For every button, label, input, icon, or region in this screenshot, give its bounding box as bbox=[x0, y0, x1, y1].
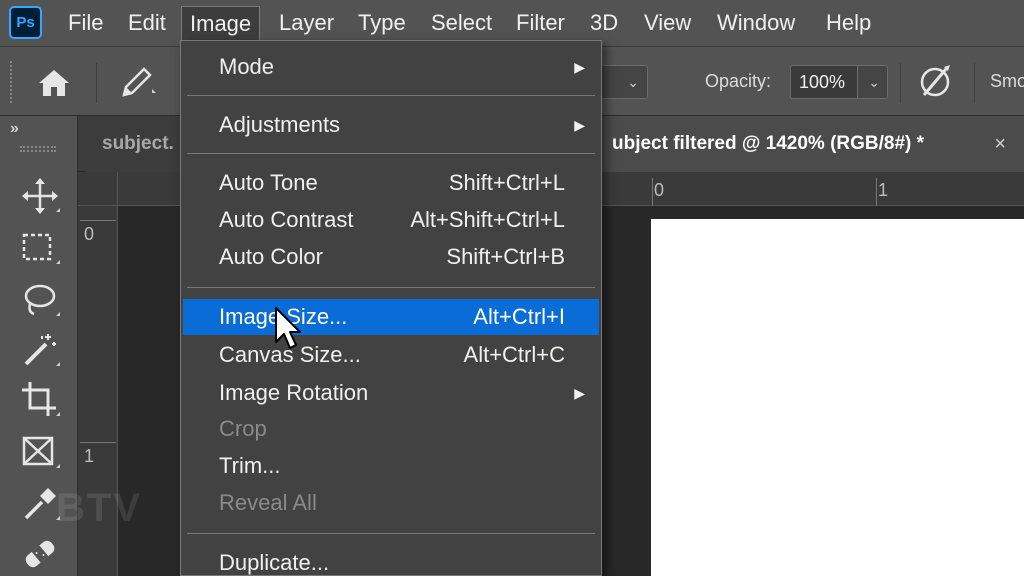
submenu-arrow-icon: ▶ bbox=[574, 117, 585, 133]
panel-grip[interactable] bbox=[20, 146, 56, 152]
menu-separator bbox=[187, 153, 595, 154]
pressure-opacity-icon[interactable] bbox=[914, 61, 956, 103]
menu-filter[interactable]: Filter bbox=[508, 6, 573, 40]
marquee-icon[interactable] bbox=[18, 228, 62, 268]
watermark-logo: BTV bbox=[56, 486, 142, 530]
ruler-number: 0 bbox=[84, 224, 95, 244]
options-grip[interactable] bbox=[10, 61, 13, 103]
menu-item-trim[interactable]: Trim... bbox=[183, 448, 599, 484]
menu-window[interactable]: Window bbox=[709, 6, 803, 40]
menu-item-label: Adjustments bbox=[219, 112, 341, 137]
ruler-tick bbox=[80, 442, 116, 443]
options-separator bbox=[974, 63, 975, 103]
healing-icon[interactable] bbox=[18, 534, 62, 574]
menu-3d[interactable]: 3D bbox=[582, 6, 626, 40]
ruler-tick bbox=[652, 178, 653, 206]
menu-item-label: Auto Tone bbox=[219, 170, 318, 195]
submenu-arrow-icon: ▶ bbox=[574, 385, 585, 401]
opacity-dropdown[interactable]: ⌄ bbox=[858, 65, 888, 99]
smoothing-label: Smo bbox=[990, 71, 1024, 91]
move-icon[interactable] bbox=[18, 176, 62, 216]
menu-item-shortcut: Shift+Ctrl+B bbox=[446, 244, 565, 269]
options-separator bbox=[900, 63, 901, 103]
menu-item-label: Image Rotation bbox=[219, 380, 369, 405]
frame-icon[interactable] bbox=[18, 432, 62, 472]
mouse-cursor-icon bbox=[274, 306, 302, 352]
menu-item-shortcut: Alt+Shift+Ctrl+L bbox=[410, 207, 565, 232]
chevron-down-icon: ⌄ bbox=[868, 74, 880, 90]
menu-help[interactable]: Help bbox=[818, 6, 879, 40]
menu-item-label: Reveal All bbox=[219, 490, 317, 515]
menu-item-adjustments[interactable]: Adjustments ▶ bbox=[183, 107, 599, 143]
magic-wand-icon[interactable] bbox=[18, 330, 62, 370]
menu-item-image-size[interactable]: Image Size... Alt+Ctrl+I bbox=[183, 299, 599, 335]
menu-item-mode[interactable]: Mode ▶ bbox=[183, 49, 599, 85]
ruler-number: 0 bbox=[654, 180, 665, 200]
menu-image[interactable]: Image bbox=[181, 6, 261, 40]
lasso-icon[interactable] bbox=[18, 280, 62, 320]
chevron-down-icon: ⌄ bbox=[627, 74, 639, 90]
image-menu-dropdown: Mode ▶ Adjustments ▶ Auto Tone Shift+Ctr… bbox=[180, 40, 602, 576]
collapse-panel-icon[interactable]: » bbox=[10, 120, 19, 138]
photoshop-logo: Ps bbox=[9, 6, 42, 39]
menu-item-auto-contrast[interactable]: Auto Contrast Alt+Shift+Ctrl+L bbox=[183, 202, 599, 238]
menu-file[interactable]: File bbox=[60, 6, 111, 40]
opacity-input[interactable]: 100% bbox=[790, 65, 858, 99]
menu-separator bbox=[187, 95, 595, 96]
menu-layer[interactable]: Layer bbox=[271, 6, 342, 40]
ruler-number: 1 bbox=[84, 446, 95, 466]
menu-item-crop: Crop bbox=[183, 411, 599, 447]
menu-item-reveal-all: Reveal All bbox=[183, 485, 599, 521]
menu-item-label: Mode bbox=[219, 54, 275, 79]
pencil-icon[interactable] bbox=[118, 65, 158, 101]
home-icon[interactable] bbox=[36, 67, 72, 99]
menu-item-auto-tone[interactable]: Auto Tone Shift+Ctrl+L bbox=[183, 165, 599, 201]
crop-icon[interactable] bbox=[18, 380, 62, 420]
ruler-tick bbox=[80, 220, 116, 221]
submenu-arrow-icon: ▶ bbox=[574, 59, 585, 75]
menu-item-label: Trim... bbox=[219, 453, 281, 478]
menu-separator bbox=[187, 533, 595, 534]
menu-view[interactable]: View bbox=[636, 6, 699, 40]
menu-select[interactable]: Select bbox=[423, 6, 500, 40]
close-icon[interactable]: × bbox=[994, 116, 1006, 172]
menu-item-canvas-size[interactable]: Canvas Size... Alt+Ctrl+C bbox=[183, 337, 599, 373]
menu-item-label: Duplicate... bbox=[219, 550, 330, 575]
menu-item-shortcut: Alt+Ctrl+C bbox=[463, 342, 565, 367]
tab-label: ubject filtered @ 1420% (RGB/8#) * bbox=[612, 133, 925, 154]
tab-label: subject. bbox=[102, 133, 174, 154]
menu-item-duplicate[interactable]: Duplicate... bbox=[183, 545, 599, 576]
menu-edit[interactable]: Edit bbox=[120, 6, 174, 40]
menu-separator bbox=[187, 287, 595, 288]
ruler-number: 1 bbox=[878, 180, 889, 200]
menu-item-label: Auto Color bbox=[219, 244, 323, 269]
menu-type[interactable]: Type bbox=[350, 6, 414, 40]
menu-item-auto-color[interactable]: Auto Color Shift+Ctrl+B bbox=[183, 239, 599, 275]
opacity-label: Opacity: bbox=[705, 71, 772, 91]
document-canvas[interactable] bbox=[651, 219, 1024, 576]
ruler-tick bbox=[876, 178, 877, 206]
menu-item-label: Crop bbox=[219, 416, 267, 441]
menu-item-label: Auto Contrast bbox=[219, 207, 354, 232]
tab-subject-filtered[interactable]: ubject filtered @ 1420% (RGB/8#) * × bbox=[596, 116, 1024, 172]
ruler-corner bbox=[78, 172, 118, 206]
menu-item-image-rotation[interactable]: Image Rotation ▶ bbox=[183, 375, 599, 411]
menu-item-shortcut: Alt+Ctrl+I bbox=[473, 304, 565, 329]
options-separator bbox=[96, 63, 97, 103]
menu-item-shortcut: Shift+Ctrl+L bbox=[448, 170, 565, 195]
